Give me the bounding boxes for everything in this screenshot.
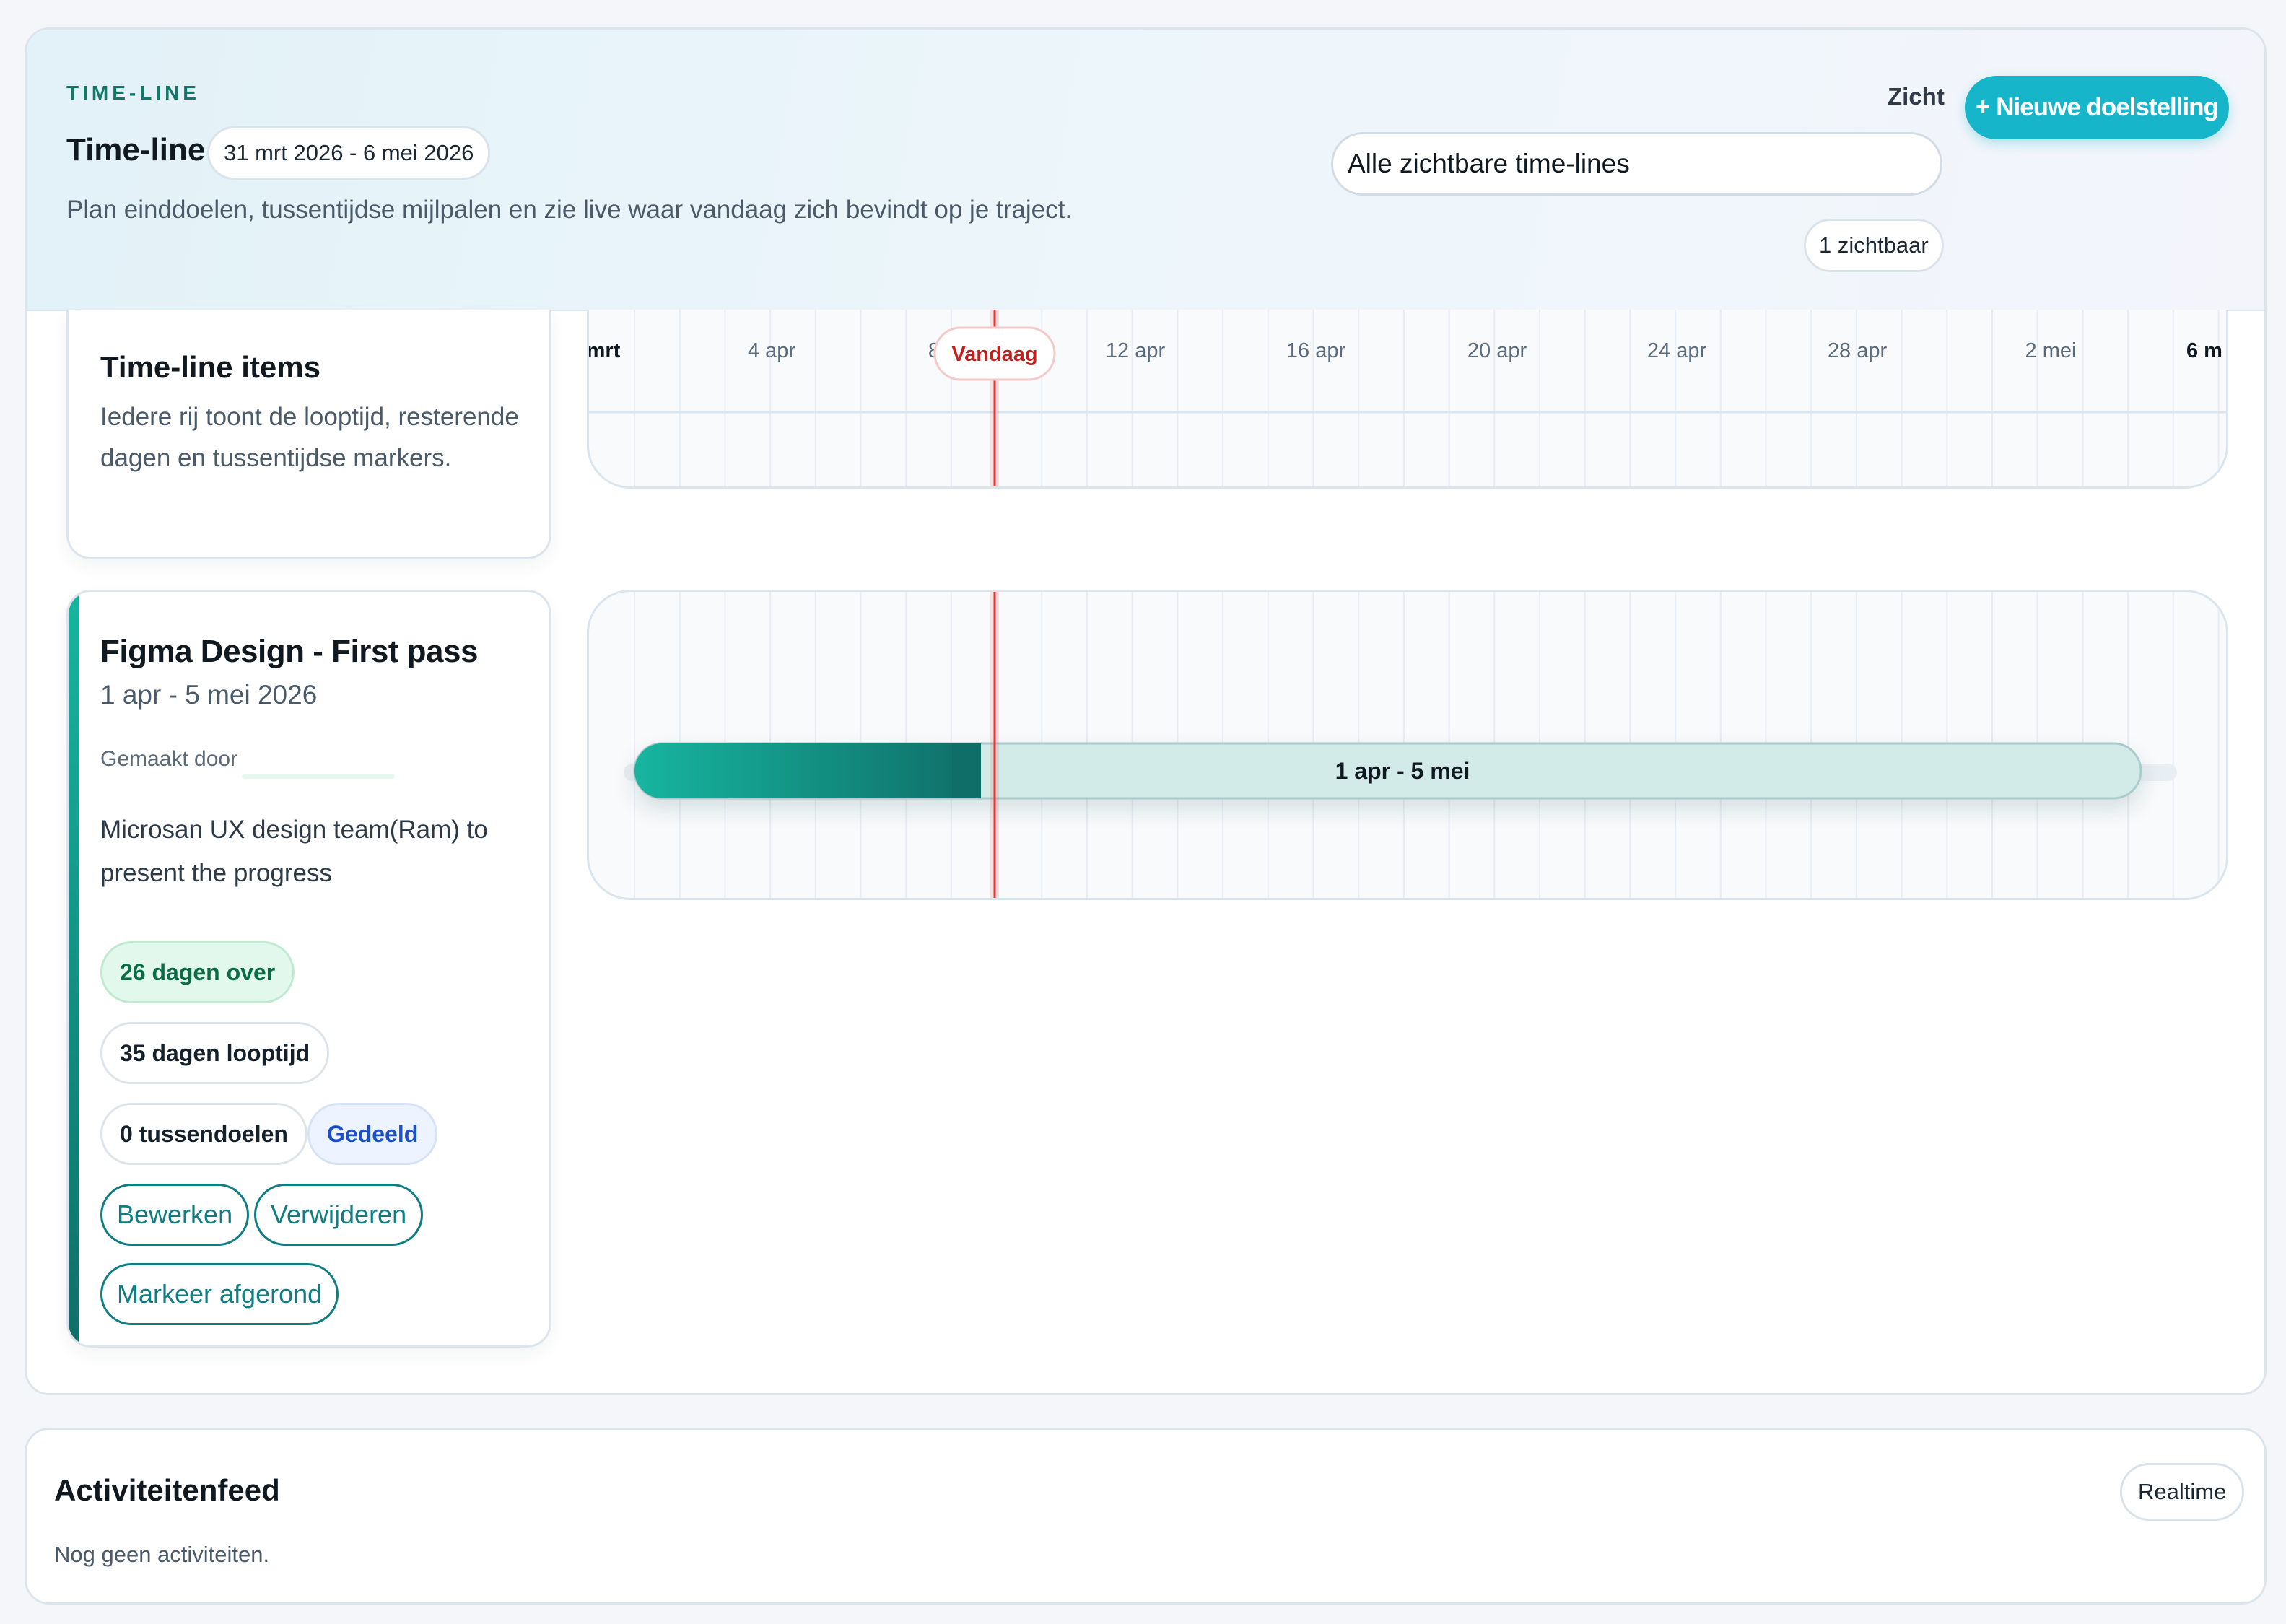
timeline-filter-select[interactable]: Alle zichtbare time-lines xyxy=(1331,132,1942,196)
timeline-tick-label: mrt xyxy=(589,339,621,362)
goal-date-range: 1 apr - 5 mei 2026 xyxy=(100,680,318,710)
gantt-svg: 1 apr - 5 mei xyxy=(624,592,2220,898)
days-left-badge: 26 dagen over xyxy=(100,941,295,1003)
page-subtitle: Plan einddoelen, tussentijdse mijlpalen … xyxy=(66,196,1073,224)
timeline-tick-label: 28 apr xyxy=(1828,339,1888,362)
edit-button[interactable]: Bewerken xyxy=(100,1184,250,1246)
timeline-tick-label: 4 apr xyxy=(748,339,795,362)
timeline-tick-label: 24 apr xyxy=(1647,339,1707,362)
view-label: Zicht xyxy=(1888,83,1945,110)
delete-button[interactable]: Verwijderen xyxy=(254,1184,424,1246)
goal-bar-progress-edge xyxy=(952,743,982,798)
timeline-items-info-card: Time-line items Iedere rij toont de loop… xyxy=(66,310,551,559)
activity-feed-empty-text: Nog geen activiteiten. xyxy=(54,1542,270,1567)
timeline-tick-label: 12 apr xyxy=(1106,339,1166,362)
page-title: Time-line xyxy=(66,132,206,167)
milestones-badge: 0 tussendoelen xyxy=(100,1103,307,1165)
timeline-tick-label: 6 m xyxy=(2186,339,2222,362)
goal-card[interactable]: Figma Design - First pass 1 apr - 5 mei … xyxy=(66,590,551,1348)
timeline-tick-label: 2 mei xyxy=(2025,339,2077,362)
timeline-tick-label: 20 apr xyxy=(1467,339,1527,362)
info-card-description: Iedere rij toont de looptijd, resterende… xyxy=(100,403,519,472)
created-by-label: Gemaakt door xyxy=(100,747,238,771)
timeline-header: TIME-LINE Time-line 31 mrt 2026 - 6 mei … xyxy=(27,30,2264,311)
date-range-chip: 31 mrt 2026 - 6 mei 2026 xyxy=(207,126,491,180)
new-goal-button[interactable]: + Nieuwe doelstelling xyxy=(1965,76,2229,139)
today-label: Vandaag xyxy=(951,343,1037,366)
goal-title: Figma Design - First pass xyxy=(100,634,478,669)
goal-gantt-row[interactable]: 1 apr - 5 mei xyxy=(587,590,2228,900)
info-card-title: Time-line items xyxy=(100,350,320,384)
activity-feed-title: Activiteitenfeed xyxy=(54,1473,280,1507)
mark-complete-button[interactable]: Markeer afgerond xyxy=(100,1263,339,1325)
activity-feed-card: Activiteitenfeed Nog geen activiteiten. … xyxy=(25,1428,2267,1605)
creator-placeholder xyxy=(242,774,395,779)
timeline-tick-label: 16 apr xyxy=(1286,339,1346,362)
timeline-scale-svg: mrt4 apr812 apr16 apr20 apr24 apr28 apr2… xyxy=(589,310,2226,486)
goal-description: Microsan UX design team(Ram) to present … xyxy=(100,816,488,887)
duration-badge: 35 dagen looptijd xyxy=(100,1022,330,1084)
goal-accent-bar xyxy=(69,592,79,1345)
goal-bar-progress xyxy=(634,743,982,798)
timeline-scale[interactable]: mrt4 apr812 apr16 apr20 apr24 apr28 apr2… xyxy=(587,310,2228,489)
eyebrow-label: TIME-LINE xyxy=(66,82,200,104)
shared-badge: Gedeeld xyxy=(307,1103,438,1165)
timeline-card: TIME-LINE Time-line 31 mrt 2026 - 6 mei … xyxy=(25,27,2267,1395)
goal-bar-label: 1 apr - 5 mei xyxy=(1335,758,1470,784)
visible-count-badge: 1 zichtbaar xyxy=(1804,219,1944,272)
realtime-badge: Realtime xyxy=(2120,1463,2245,1521)
